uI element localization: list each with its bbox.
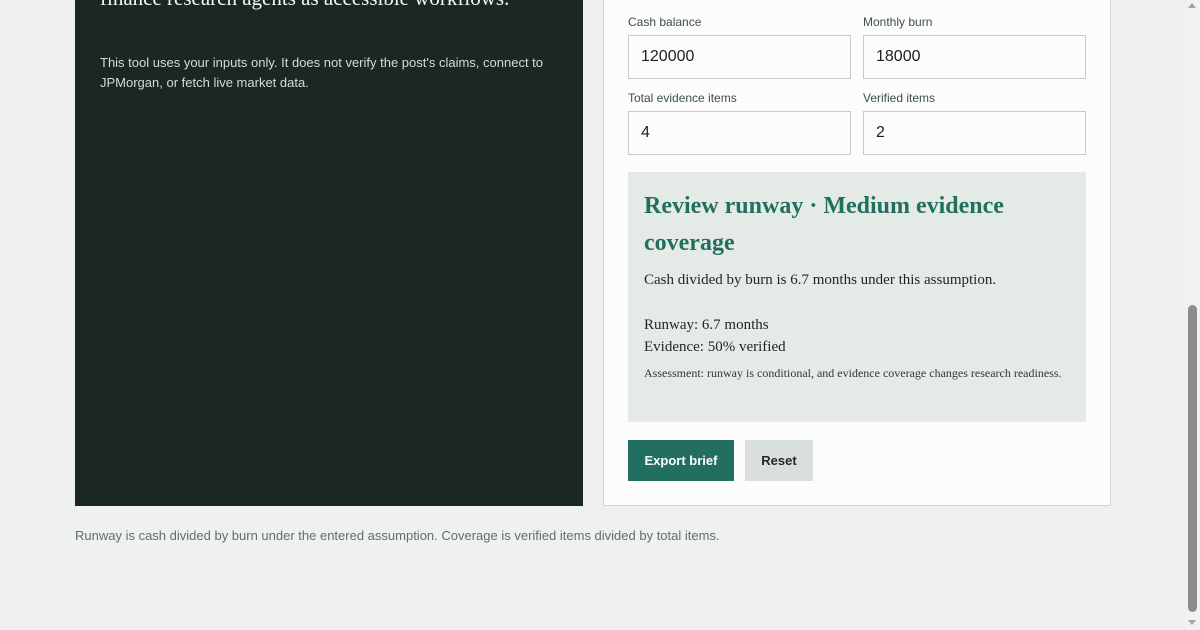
cash-balance-label: Cash balance [628, 15, 702, 29]
scroll-thumb[interactable] [1188, 305, 1197, 612]
result-title: Review runway · Medium evidence coverage [644, 193, 1004, 256]
scroll-down-arrow-icon[interactable] [1188, 620, 1196, 625]
calculator-panel: Cash balance Monthly burn Total evidence… [603, 0, 1111, 506]
reset-button[interactable]: Reset [745, 440, 813, 481]
page-scrollbar[interactable] [1185, 0, 1200, 630]
intro-disclaimer: This tool uses your inputs only. It does… [100, 55, 544, 90]
result-evidence: Evidence: 50% verified [644, 339, 786, 355]
methodology-note: Runway is cash divided by burn under the… [75, 528, 720, 543]
result-description: Cash divided by burn is 6.7 months under… [644, 272, 997, 288]
verified-items-input[interactable] [863, 111, 1086, 155]
result-runway: Runway: 6.7 months [644, 317, 769, 333]
monthly-burn-input[interactable] [863, 35, 1086, 79]
total-evidence-label: Total evidence items [628, 91, 737, 105]
verified-items-label: Verified items [863, 91, 936, 105]
export-brief-button[interactable]: Export brief [628, 440, 734, 481]
monthly-burn-field: Monthly burn [863, 15, 1086, 79]
total-evidence-input[interactable] [628, 111, 851, 155]
result-card: Review runway · Medium evidence coverage… [628, 172, 1086, 422]
intro-panel: finance research agents as accessible wo… [75, 0, 583, 506]
cash-balance-field: Cash balance [628, 15, 851, 79]
monthly-burn-label: Monthly burn [863, 15, 933, 29]
scroll-up-arrow-icon[interactable] [1188, 3, 1196, 8]
result-assessment: Assessment: runway is conditional, and e… [644, 366, 1062, 380]
total-evidence-field: Total evidence items [628, 91, 851, 155]
verified-items-field: Verified items [863, 91, 1086, 155]
intro-heading: finance research agents as accessible wo… [100, 0, 570, 17]
cash-balance-input[interactable] [628, 35, 851, 79]
